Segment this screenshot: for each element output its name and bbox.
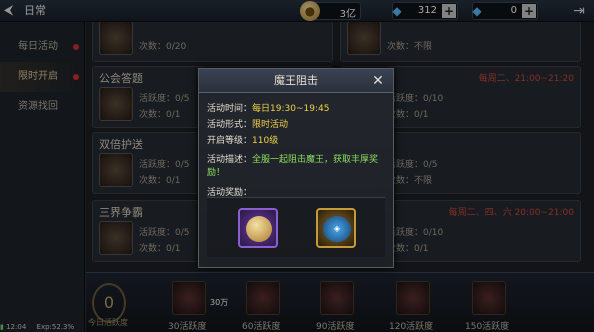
- field-value: 每日19:30~19:45: [252, 104, 330, 114]
- close-icon[interactable]: ✕: [369, 72, 387, 90]
- field-label: 活动描述：: [207, 155, 253, 165]
- activity-form-row: 活动形式：限时活动: [207, 117, 288, 130]
- field-label: 开启等级：: [207, 136, 253, 146]
- modal-title: 魔王阻击: [274, 74, 318, 87]
- wing-emblem-reward[interactable]: ◈: [316, 208, 356, 248]
- modal-header: 魔王阻击 ✕: [199, 69, 393, 93]
- gold-coin-reward[interactable]: [238, 208, 278, 248]
- activity-detail-modal: 魔王阻击 ✕ 活动时间：每日19:30~19:45 活动形式：限时活动 开启等级…: [198, 68, 394, 268]
- wing-badge-icon: ◈: [323, 216, 351, 242]
- coin-icon: [246, 216, 272, 242]
- field-value: 110级: [252, 136, 279, 146]
- field-label: 活动形式：: [207, 120, 253, 130]
- open-level-row: 开启等级：110级: [207, 133, 278, 146]
- activity-description: 活动描述：全服一起阻击魔王，获取丰厚奖励！: [207, 154, 387, 180]
- activity-time-row: 活动时间：每日19:30~19:45: [207, 101, 329, 114]
- reward-panel: [207, 197, 385, 257]
- field-label: 活动时间：: [207, 104, 253, 114]
- field-value: 限时活动: [252, 120, 289, 130]
